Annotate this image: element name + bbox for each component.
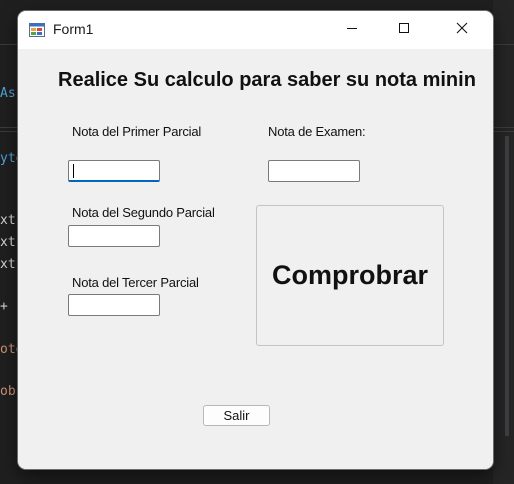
input-primer-parcial[interactable] xyxy=(68,160,160,182)
input-segundo-parcial[interactable] xyxy=(68,225,160,247)
ide-code-fragment: As xyxy=(0,86,16,101)
title-bar[interactable]: Form1 xyxy=(18,11,493,49)
ide-code-fragment: xt xyxy=(0,257,16,272)
close-icon xyxy=(456,21,468,39)
minimize-button[interactable] xyxy=(329,11,375,49)
text-caret xyxy=(73,164,74,178)
maximize-icon xyxy=(398,21,410,39)
salir-button[interactable]: Salir xyxy=(203,405,270,426)
ide-code-fragment: + xyxy=(0,299,8,314)
window-title: Form1 xyxy=(53,21,94,37)
ide-code-fragment: ob xyxy=(0,384,16,399)
label-primer-parcial: Nota del Primer Parcial xyxy=(72,124,202,139)
label-examen: Nota de Examen: xyxy=(268,124,366,139)
ide-right-panel xyxy=(493,0,514,484)
desktop-background: As yte xt xt xt + ote ob Form1 Realice S… xyxy=(0,0,514,484)
ide-code-fragment: xt xyxy=(0,235,16,250)
ide-code-fragment: xt xyxy=(0,213,16,228)
input-examen[interactable] xyxy=(268,160,360,182)
minimize-icon xyxy=(346,21,358,39)
input-tercer-parcial[interactable] xyxy=(68,294,160,316)
close-button[interactable] xyxy=(439,11,485,49)
maximize-button[interactable] xyxy=(381,11,427,49)
ide-scrollbar[interactable] xyxy=(505,136,509,436)
winform-app-icon[interactable] xyxy=(29,22,45,38)
label-tercer-parcial: Nota del Tercer Parcial xyxy=(72,275,199,290)
comprobar-button[interactable]: Comprobrar xyxy=(256,205,444,346)
form-client-area: Realice Su calculo para saber su nota mi… xyxy=(18,49,493,469)
label-segundo-parcial: Nota del Segundo Parcial xyxy=(72,205,215,220)
form-window: Form1 Realice Su calculo para saber su n… xyxy=(18,11,493,469)
page-title: Realice Su calculo para saber su nota mi… xyxy=(58,69,476,91)
